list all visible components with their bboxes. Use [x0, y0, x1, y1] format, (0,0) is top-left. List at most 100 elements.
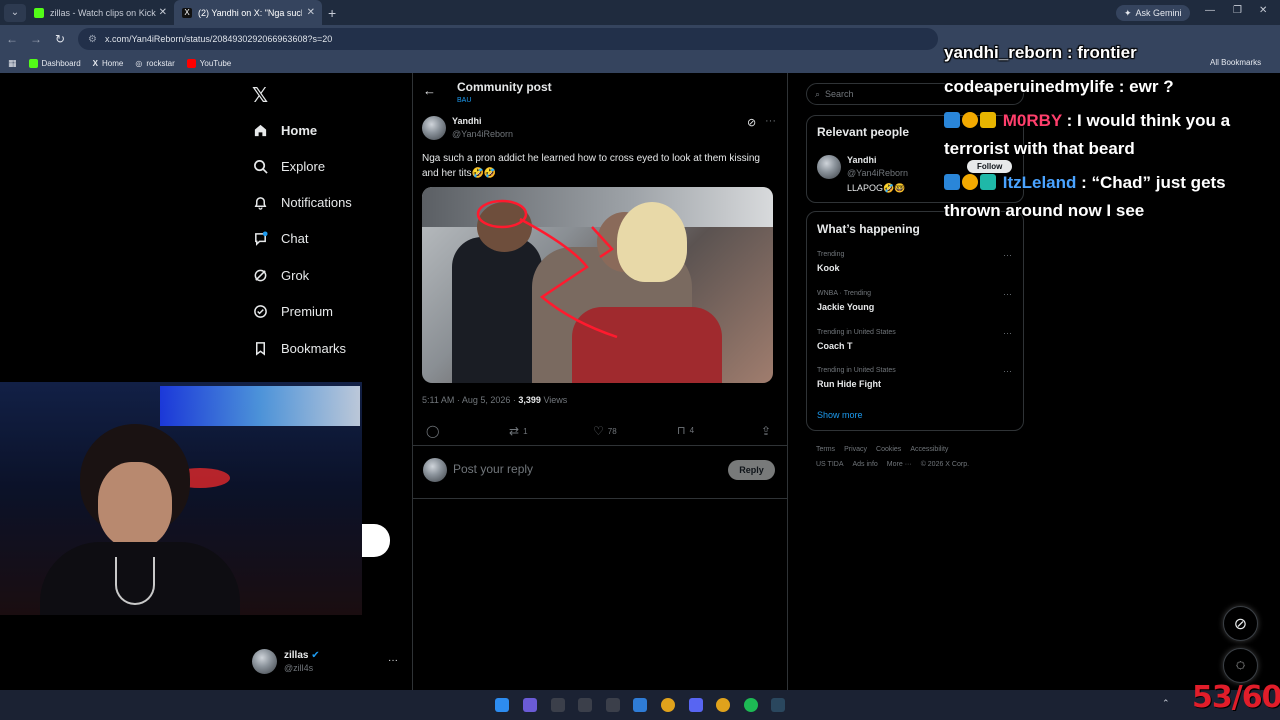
more-icon[interactable]: ··· [1003, 328, 1012, 338]
streamer-face [98, 462, 172, 548]
chat-separator: : [1062, 43, 1078, 62]
discord-icon[interactable] [689, 698, 703, 712]
site-info-icon[interactable]: ⚙ [88, 34, 97, 45]
tab-title: (2) Yandhi on X: "Nga such a p [198, 7, 302, 18]
sidebar-item-bookmarks[interactable]: Bookmarks [252, 340, 346, 356]
like-count: 78 [607, 426, 617, 436]
sidebar-item-explore[interactable]: Explore [252, 158, 325, 174]
spotify-icon[interactable] [744, 698, 758, 712]
verified-icon: ✔ [311, 650, 320, 661]
x-logo-icon[interactable]: 𝕏 [252, 83, 268, 107]
footer-link[interactable]: US TIDA [816, 461, 844, 468]
badge-icon [944, 112, 960, 128]
community-name[interactable]: BAU [457, 97, 471, 104]
follow-button[interactable]: Follow [967, 160, 1013, 173]
tab-kick[interactable]: zillas - Watch clips on Kick ✕ [26, 0, 174, 25]
bookmark-rockstar[interactable]: ◎ rockstar [135, 59, 174, 68]
forward-icon[interactable]: → [24, 32, 48, 46]
app-icon[interactable] [606, 698, 620, 712]
close-icon[interactable]: ✕ [159, 7, 167, 18]
chrome-icon[interactable] [716, 698, 730, 712]
app-icon[interactable] [523, 698, 537, 712]
repost-action[interactable]: ⇄ 1 [509, 424, 528, 438]
grok-icon[interactable]: ⊘ [747, 116, 756, 129]
app-icon[interactable] [578, 698, 592, 712]
person-handle[interactable]: @Yan4iReborn [847, 168, 908, 178]
chrome-icon[interactable] [661, 698, 675, 712]
chat-text: terrorist with that beard [944, 139, 1135, 158]
reload-icon[interactable]: ↻ [48, 32, 72, 46]
crown-badge-icon [980, 112, 996, 128]
app-icon[interactable] [633, 698, 647, 712]
x-favicon-icon: X [182, 7, 192, 18]
sidebar-item-grok[interactable]: Grok [252, 267, 309, 283]
share-action[interactable]: ⇪ [761, 424, 771, 438]
person-avatar[interactable] [817, 155, 841, 179]
bookmark-dashboard[interactable]: Dashboard [28, 58, 81, 68]
post-media-image[interactable] [422, 187, 773, 383]
grok-floating-icon[interactable]: ⊘ [1223, 606, 1258, 641]
sidebar-item-notifications[interactable]: Notifications [252, 194, 352, 210]
more-icon[interactable]: ··· [1003, 366, 1012, 376]
minimize-icon[interactable]: — [1205, 5, 1215, 16]
close-window-icon[interactable]: ✕ [1259, 5, 1267, 16]
footer-link[interactable]: Ads info [853, 461, 878, 468]
footer-link[interactable]: Privacy [844, 446, 867, 453]
back-arrow-icon[interactable]: ← [423, 83, 436, 98]
sparkle-icon: ✦ [1124, 7, 1132, 18]
chat-message: ItzLeland : “Chad” just gets [944, 173, 1226, 193]
footer-links: Terms Privacy Cookies Accessibility [816, 446, 948, 453]
chat-message: M0RBY : I would think you a [944, 111, 1230, 131]
more-icon[interactable]: ··· [1003, 250, 1012, 260]
more-icon[interactable]: ··· [765, 115, 776, 127]
home-icon [252, 122, 268, 138]
more-icon[interactable]: ··· [1003, 289, 1012, 299]
bookmark-action[interactable]: ⊓ 4 [677, 424, 694, 437]
author-name[interactable]: Yandhi [452, 116, 482, 126]
bookmark-home[interactable]: X Home [93, 59, 124, 68]
footer-link[interactable]: Terms [816, 446, 835, 453]
all-bookmarks-folder[interactable]: All Bookmarks [1210, 58, 1261, 67]
close-icon[interactable]: ✕ [307, 7, 315, 18]
new-tab-button[interactable]: + [328, 5, 336, 21]
like-action[interactable]: ♡ 78 [593, 424, 617, 438]
footer-link[interactable]: Cookies [876, 446, 901, 453]
footer-link[interactable]: More ··· [887, 461, 912, 468]
back-icon[interactable]: ← [0, 32, 24, 46]
author-handle[interactable]: @Yan4iReborn [452, 129, 513, 139]
chat-message-continued: terrorist with that beard [944, 139, 1135, 159]
views-count: 3,399 [518, 395, 541, 405]
sidebar-item-chat[interactable]: Chat [252, 230, 308, 246]
ask-gemini-label: Ask Gemini [1135, 8, 1182, 18]
heart-icon: ♡ [593, 424, 604, 438]
more-icon[interactable]: ··· [388, 655, 398, 666]
tray-chevron-icon[interactable]: ⌃ [1162, 698, 1170, 709]
person-name[interactable]: Yandhi [847, 155, 877, 165]
footer-link[interactable]: Accessibility [910, 446, 948, 453]
ask-gemini-button[interactable]: ✦ Ask Gemini [1116, 5, 1190, 21]
sidebar-item-premium[interactable]: Premium [252, 303, 333, 319]
url-input[interactable]: ⚙ x.com/Yan4iReborn/status/2084930292066… [78, 28, 938, 50]
apps-icon[interactable]: ▦ [8, 58, 17, 69]
bookmark-count: 4 [689, 426, 695, 435]
chat-message: yandhi_reborn : frontier [944, 43, 1137, 63]
post-time[interactable]: 5:11 AM · Aug 5, 2026 · [422, 395, 518, 405]
chat-text: ewr ? [1129, 77, 1174, 96]
repost-count: 1 [523, 426, 528, 436]
sidebar-item-label: Notifications [281, 194, 352, 210]
app-icon[interactable] [551, 698, 565, 712]
sidebar-item-home[interactable]: Home [252, 122, 317, 138]
author-avatar[interactable] [422, 116, 446, 140]
tab-search-icon[interactable]: ⌄ [4, 3, 26, 22]
show-more-link[interactable]: Show more [817, 410, 863, 420]
reply-input[interactable]: Post your reply [453, 462, 533, 476]
messages-floating-icon[interactable]: ◌ [1223, 648, 1258, 683]
reply-action[interactable]: ◯ [426, 424, 443, 438]
bookmark-youtube[interactable]: YouTube [186, 58, 231, 68]
tab-x-post[interactable]: X (2) Yandhi on X: "Nga such a p ✕ [174, 0, 322, 25]
reply-button[interactable]: Reply [728, 460, 775, 480]
windows-start-icon[interactable] [495, 698, 509, 712]
trend-label: Trending [817, 251, 845, 258]
maximize-icon[interactable]: ❐ [1233, 5, 1242, 16]
steam-icon[interactable] [771, 698, 785, 712]
